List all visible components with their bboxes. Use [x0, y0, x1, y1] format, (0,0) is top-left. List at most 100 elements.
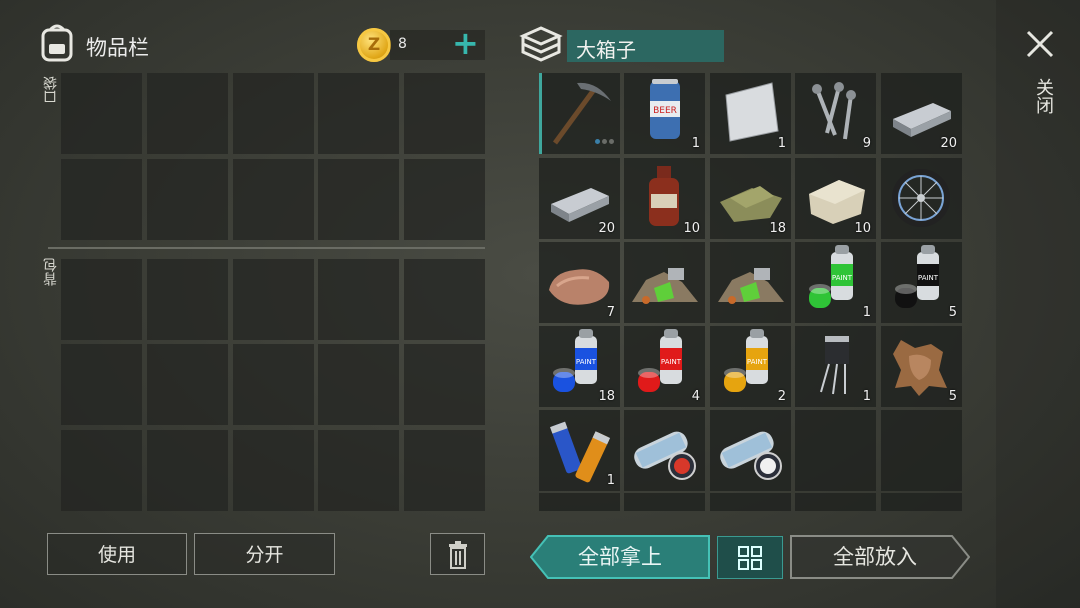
item-count: 18 [769, 221, 786, 236]
item-count: 5 [948, 305, 957, 320]
item-count: 1 [691, 136, 700, 151]
container-slot-transistor[interactable]: 1 [795, 326, 876, 407]
pocket-slot[interactable] [61, 73, 142, 154]
container-slot-animal-hide[interactable]: 5 [881, 326, 962, 407]
container-slot-cloth-scrap[interactable]: 18 [710, 158, 791, 239]
coin-icon: Z [357, 28, 391, 62]
backpack-slot[interactable] [61, 430, 142, 511]
container-slot-red-spray-paint[interactable]: PAINT 4 [624, 326, 705, 407]
backpack-slot[interactable] [61, 344, 142, 425]
container-slot-spirit-bottle[interactable]: 10 [624, 158, 705, 239]
item-count: 1 [606, 473, 615, 488]
pocket-slot[interactable] [318, 159, 399, 240]
container-slot-scrap-pile[interactable] [624, 242, 705, 323]
item-count: 1 [777, 136, 786, 151]
container-slot-copper-ore[interactable]: 7 [539, 242, 620, 323]
item-count: 20 [940, 136, 957, 151]
pocket-slot[interactable] [404, 73, 485, 154]
backpack-slot[interactable] [318, 430, 399, 511]
container-slot-empty[interactable] [795, 410, 876, 491]
container-slot-bicycle-wheel[interactable] [881, 158, 962, 239]
backpack-icon [41, 24, 73, 62]
close-label[interactable]: 关闭 [1030, 78, 1056, 114]
container-slot-empty[interactable] [881, 410, 962, 491]
svg-text:PAINT: PAINT [661, 358, 682, 366]
container-slot-beer-can[interactable]: BEER 1 [624, 73, 705, 154]
item-count: 4 [691, 389, 700, 404]
backpack-label: 背包 [43, 258, 59, 286]
backpack-slot[interactable] [404, 430, 485, 511]
take-all-button[interactable]: 全部拿上 [530, 535, 710, 579]
svg-text:PAINT: PAINT [747, 358, 768, 366]
pocket-slot[interactable] [61, 159, 142, 240]
container-slot-blue-spray-paint[interactable]: PAINT 18 [539, 326, 620, 407]
svg-text:PAINT: PAINT [832, 274, 853, 282]
backpack-slot[interactable] [147, 344, 228, 425]
pocket-slot[interactable] [233, 159, 314, 240]
backpack-slot[interactable] [233, 344, 314, 425]
container-slot-black-spray-paint[interactable]: PAINT 5 [881, 242, 962, 323]
backpack-slot[interactable] [61, 259, 142, 340]
item-count: 1 [862, 389, 871, 404]
container-slot-stone-block[interactable]: 10 [795, 158, 876, 239]
backpack-slot[interactable] [318, 259, 399, 340]
sort-grid-button[interactable] [717, 536, 783, 579]
inventory-title: 物品栏 [86, 36, 149, 60]
item-count: 2 [777, 389, 786, 404]
backpack-slot[interactable] [147, 430, 228, 511]
pocket-slot[interactable] [147, 73, 228, 154]
close-icon[interactable] [1022, 26, 1058, 62]
scrap-pile-icon [632, 268, 698, 304]
backpack-slot[interactable] [318, 344, 399, 425]
backpack-slot[interactable] [233, 259, 314, 340]
coin-count: 8 [398, 36, 407, 52]
container-slot-batteries[interactable]: 1 [539, 410, 620, 491]
put-all-button[interactable]: 全部放入 [790, 535, 960, 579]
container-slot-blueprint-scroll-b[interactable] [710, 410, 791, 491]
svg-text:PAINT: PAINT [576, 358, 597, 366]
container-slot-blueprint-scroll-a[interactable] [624, 410, 705, 491]
use-button[interactable]: 使用 [47, 533, 187, 575]
item-count: 10 [683, 221, 700, 236]
container-slot-nails[interactable]: 9 [795, 73, 876, 154]
pocket-slot[interactable] [233, 73, 314, 154]
container-slot-green-spray-paint[interactable]: PAINT 1 [795, 242, 876, 323]
svg-text:PAINT: PAINT [918, 274, 939, 282]
pocket-slot[interactable] [404, 159, 485, 240]
item-count: 18 [598, 389, 615, 404]
item-count: 7 [606, 305, 615, 320]
container-slot-iron-ingot[interactable]: 20 [881, 73, 962, 154]
container-slot-yellow-spray-paint[interactable]: PAINT 2 [710, 326, 791, 407]
split-button[interactable]: 分开 [194, 533, 335, 575]
container-slot-empty[interactable] [710, 493, 791, 511]
item-count: 1 [862, 305, 871, 320]
container-slot-iron-ingot[interactable]: 20 [539, 158, 620, 239]
container-slot-metal-sheet[interactable]: 1 [710, 73, 791, 154]
container-slot-empty[interactable] [624, 493, 705, 511]
backpack-slot[interactable] [404, 344, 485, 425]
backpack-slot[interactable] [404, 259, 485, 340]
durability-dots [593, 129, 614, 148]
crate-icon [519, 26, 563, 62]
svg-text:BEER: BEER [653, 106, 677, 116]
scrap-pile-icon [718, 268, 784, 304]
container-slot-empty[interactable] [795, 493, 876, 511]
add-coins-button[interactable]: + [452, 26, 479, 60]
item-count: 9 [862, 136, 871, 151]
container-slot-empty[interactable] [539, 493, 620, 511]
container-slot-pickaxe[interactable] [539, 73, 620, 154]
section-divider [48, 247, 485, 249]
blueprint-scroll-a-icon [634, 431, 696, 480]
container-slot-scrap-pile[interactable] [710, 242, 791, 323]
backpack-slot[interactable] [233, 430, 314, 511]
pocket-label: 口袋 [43, 76, 59, 104]
trash-icon [448, 541, 467, 569]
bicycle-wheel-icon [892, 169, 950, 227]
trash-button[interactable] [430, 533, 485, 575]
blueprint-scroll-b-icon [720, 431, 782, 480]
container-slot-empty[interactable] [881, 493, 962, 511]
pocket-slot[interactable] [318, 73, 399, 154]
pocket-slot[interactable] [147, 159, 228, 240]
item-count: 10 [854, 221, 871, 236]
backpack-slot[interactable] [147, 259, 228, 340]
